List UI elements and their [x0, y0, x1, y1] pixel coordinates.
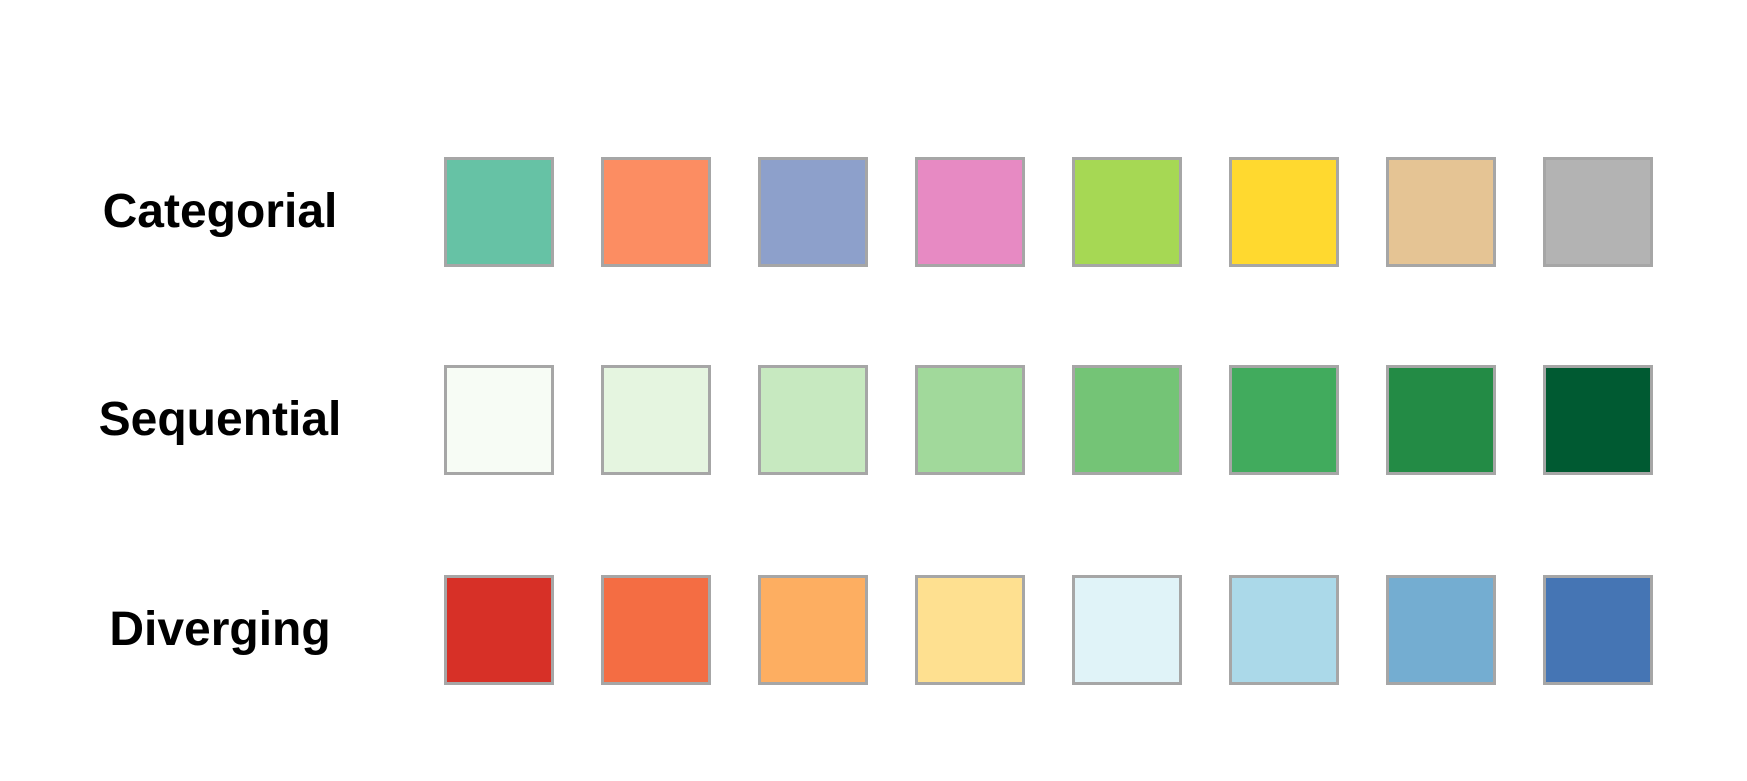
color-swatch-sequential-6: [1229, 365, 1339, 475]
color-swatch-categorial-1: [444, 157, 554, 267]
color-swatch-sequential-7: [1386, 365, 1496, 475]
color-swatch-categorial-7: [1386, 157, 1496, 267]
color-swatch-categorial-5: [1072, 157, 1182, 267]
color-swatch-diverging-4: [915, 575, 1025, 685]
color-swatch-diverging-6: [1229, 575, 1339, 685]
palette-row-diverging: Diverging: [0, 575, 1747, 685]
color-swatch-sequential-2: [601, 365, 711, 475]
color-swatch-sequential-5: [1072, 365, 1182, 475]
color-swatch-diverging-5: [1072, 575, 1182, 685]
color-swatch-categorial-8: [1543, 157, 1653, 267]
row-label-categorial: Categorial: [102, 185, 338, 238]
palette-row-sequential: Sequential: [0, 365, 1747, 475]
row-label-diverging: Diverging: [109, 603, 331, 656]
color-swatch-sequential-8: [1543, 365, 1653, 475]
color-swatch-diverging-8: [1543, 575, 1653, 685]
color-swatch-categorial-2: [601, 157, 711, 267]
color-swatch-sequential-3: [758, 365, 868, 475]
color-swatch-diverging-2: [601, 575, 711, 685]
palette-row-categorial: Categorial: [0, 157, 1747, 267]
color-swatch-diverging-7: [1386, 575, 1496, 685]
color-swatch-categorial-6: [1229, 157, 1339, 267]
row-label-sequential: Sequential: [98, 393, 342, 446]
color-swatch-categorial-4: [915, 157, 1025, 267]
color-swatch-diverging-1: [444, 575, 554, 685]
color-swatch-diverging-3: [758, 575, 868, 685]
color-swatch-sequential-1: [444, 365, 554, 475]
color-swatch-categorial-3: [758, 157, 868, 267]
color-swatch-sequential-4: [915, 365, 1025, 475]
